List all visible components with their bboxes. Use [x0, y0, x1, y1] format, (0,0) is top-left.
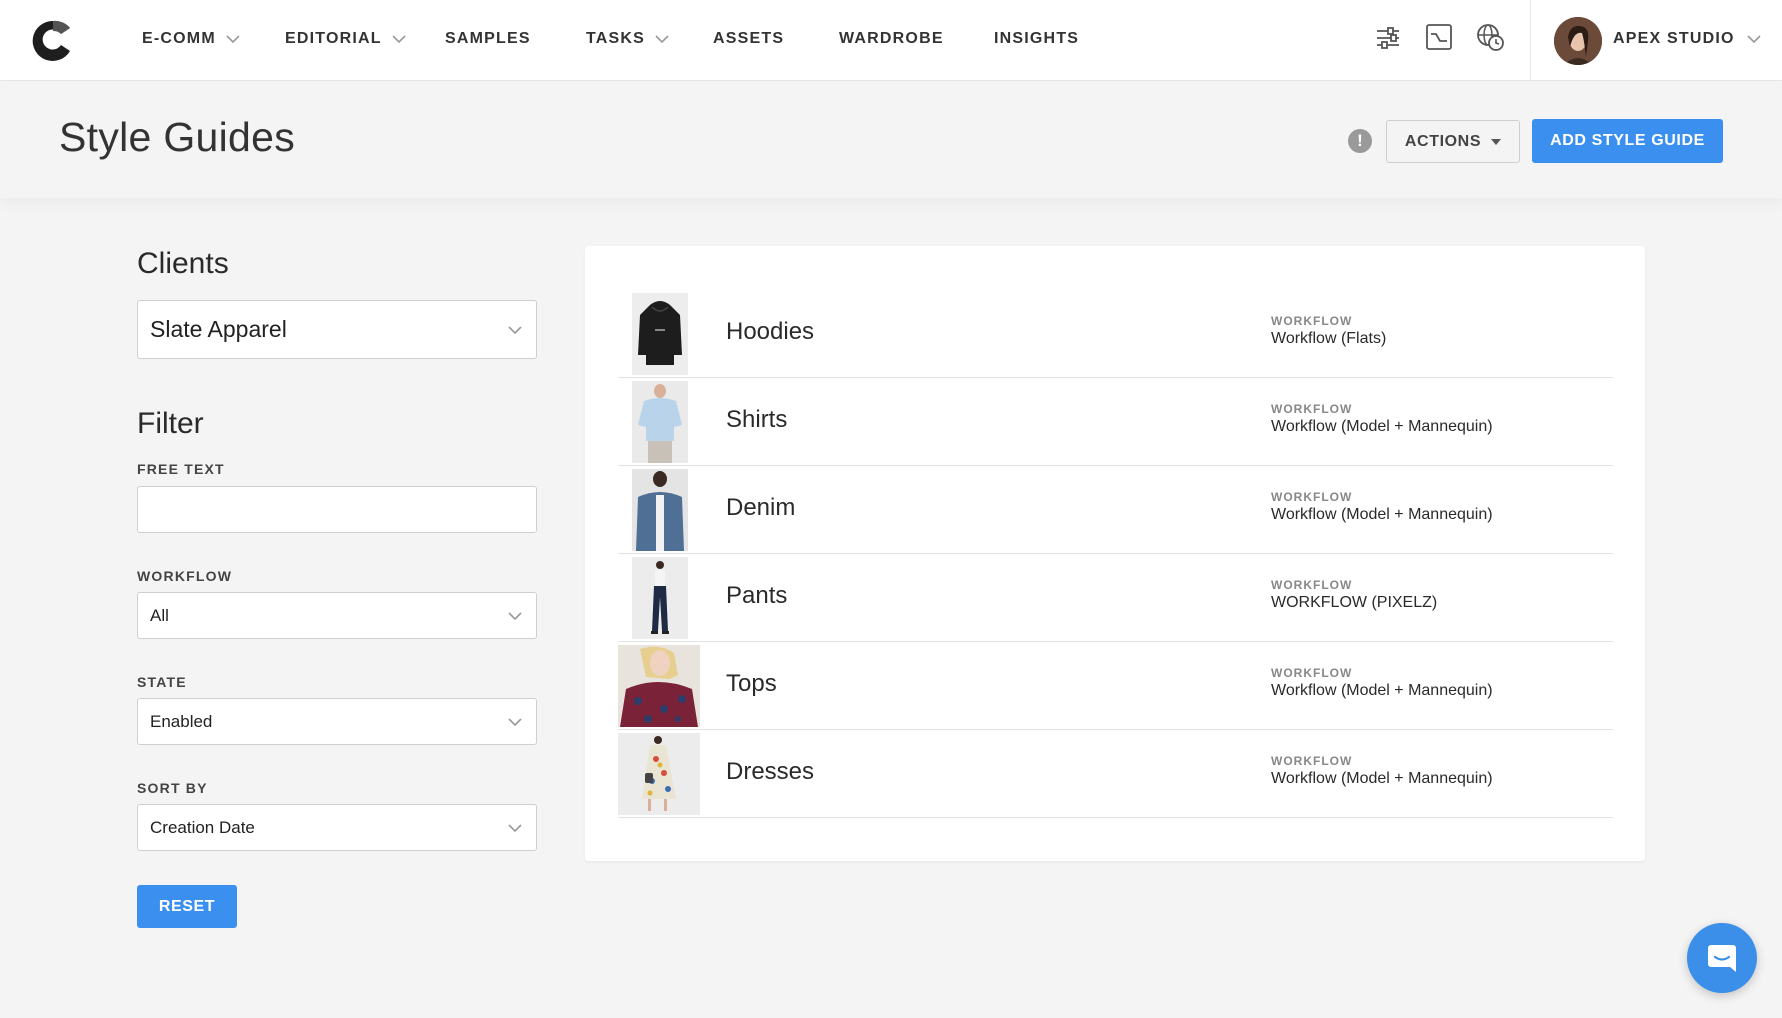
workflow-caption: WORKFLOW	[1271, 490, 1353, 504]
workflow-label: WORKFLOW	[137, 568, 233, 584]
workflow-value: Workflow (Model + Mannequin)	[1271, 770, 1493, 787]
shirt-thumbnail	[632, 381, 688, 463]
list-item[interactable]: Pants WORKFLOW WORKFLOW (PIXELZ)	[618, 554, 1613, 642]
nav-editorial-label: EDITORIAL	[285, 30, 382, 47]
workflow-caption: WORKFLOW	[1271, 666, 1353, 680]
add-style-guide-button[interactable]: ADD STYLE GUIDE	[1532, 119, 1723, 163]
list-item[interactable]: Shirts WORKFLOW Workflow (Model + Manneq…	[618, 378, 1613, 466]
client-select-value: Slate Apparel	[150, 316, 287, 342]
workflow-value: Workflow (Flats)	[1271, 330, 1387, 347]
denim-thumbnail	[632, 469, 688, 551]
caret-down-icon	[1491, 138, 1502, 145]
nav-insights[interactable]: INSIGHTS	[994, 30, 1079, 48]
list-item[interactable]: Tops WORKFLOW Workflow (Model + Mannequi…	[618, 642, 1613, 730]
sort-by-label: SORT BY	[137, 780, 208, 796]
free-text-input[interactable]	[137, 486, 537, 533]
page-title: Style Guides	[59, 114, 296, 160]
clients-title: Clients	[137, 247, 229, 280]
top-navigation: E-COMM EDITORIAL SAMPLES TASKS ASSETS WA…	[0, 0, 1782, 81]
guide-name: Hoodies	[726, 318, 815, 345]
sort-by-select[interactable]: Creation Date	[137, 804, 537, 851]
c-logo-icon[interactable]	[30, 18, 76, 64]
chevron-down-icon	[508, 823, 522, 832]
guide-name: Shirts	[726, 406, 788, 433]
guide-name: Pants	[726, 582, 788, 609]
nav-wardrobe-label: WARDROBE	[839, 30, 944, 47]
top-thumbnail	[618, 645, 700, 727]
nav-assets[interactable]: ASSETS	[713, 30, 784, 48]
client-select[interactable]: Slate Apparel	[137, 300, 537, 359]
chevron-down-icon	[655, 34, 669, 43]
state-label: STATE	[137, 674, 187, 690]
style-guide-list: Hoodies WORKFLOW Workflow (Flats) Shirts…	[585, 246, 1645, 861]
workflow-value: Workflow (Model + Mannequin)	[1271, 682, 1493, 699]
workflow-caption: WORKFLOW	[1271, 754, 1353, 768]
nav-samples[interactable]: SAMPLES	[445, 30, 531, 48]
nav-editorial[interactable]: EDITORIAL	[285, 30, 406, 48]
user-portrait-icon	[1554, 17, 1602, 65]
chat-button[interactable]	[1687, 923, 1757, 993]
actions-label: ACTIONS	[1404, 132, 1482, 150]
hoodie-thumbnail	[632, 293, 688, 375]
nav-wardrobe[interactable]: WARDROBE	[839, 30, 944, 48]
guide-name: Denim	[726, 494, 796, 521]
list-item[interactable]: Dresses WORKFLOW Workflow (Model + Manne…	[618, 730, 1613, 818]
state-select[interactable]: Enabled	[137, 698, 537, 745]
chevron-down-icon	[226, 34, 240, 43]
actions-button[interactable]: ACTIONS	[1386, 120, 1520, 163]
list-item[interactable]: Denim WORKFLOW Workflow (Model + Mannequ…	[618, 466, 1613, 554]
workflow-select[interactable]: All	[137, 592, 537, 639]
nav-divider	[1530, 0, 1531, 81]
chevron-down-icon	[508, 717, 522, 726]
chevron-down-icon	[1747, 34, 1761, 43]
chart-icon[interactable]	[1424, 22, 1454, 52]
list-item[interactable]: Hoodies WORKFLOW Workflow (Flats)	[618, 290, 1613, 378]
nav-tasks-label: TASKS	[586, 30, 646, 47]
nav-tasks[interactable]: TASKS	[586, 30, 669, 48]
nav-samples-label: SAMPLES	[445, 30, 531, 47]
chevron-down-icon	[392, 34, 406, 43]
nav-ecomm-label: E-COMM	[142, 30, 216, 47]
guide-name: Tops	[726, 670, 777, 697]
chat-bubble-icon	[1708, 945, 1736, 972]
nav-ecomm[interactable]: E-COMM	[142, 30, 240, 48]
globe-clock-icon[interactable]	[1475, 22, 1505, 52]
sort-by-select-value: Creation Date	[150, 817, 255, 837]
nav-assets-label: ASSETS	[713, 30, 785, 47]
chevron-down-icon	[508, 611, 522, 620]
info-icon[interactable]: !	[1348, 129, 1372, 153]
dress-thumbnail	[618, 733, 700, 815]
free-text-label: FREE TEXT	[137, 461, 225, 477]
chevron-down-icon	[508, 325, 522, 334]
user-name-label: APEX STUDIO	[1613, 30, 1735, 47]
user-menu[interactable]: APEX STUDIO	[1613, 30, 1761, 48]
pants-thumbnail	[632, 557, 688, 639]
workflow-caption: WORKFLOW	[1271, 402, 1353, 416]
guide-name: Dresses	[726, 758, 815, 785]
avatar[interactable]	[1554, 17, 1602, 65]
workflow-caption: WORKFLOW	[1271, 578, 1353, 592]
workflow-caption: WORKFLOW	[1271, 314, 1353, 328]
workflow-value: Workflow (Model + Mannequin)	[1271, 418, 1493, 435]
filter-title: Filter	[137, 407, 204, 440]
reset-button[interactable]: RESET	[137, 885, 237, 928]
workflow-select-value: All	[150, 605, 169, 625]
workflow-value: Workflow (Model + Mannequin)	[1271, 506, 1493, 523]
workflow-value: WORKFLOW (PIXELZ)	[1271, 594, 1438, 611]
sliders-icon[interactable]	[1373, 22, 1403, 52]
state-select-value: Enabled	[150, 711, 213, 731]
nav-insights-label: INSIGHTS	[994, 30, 1080, 47]
